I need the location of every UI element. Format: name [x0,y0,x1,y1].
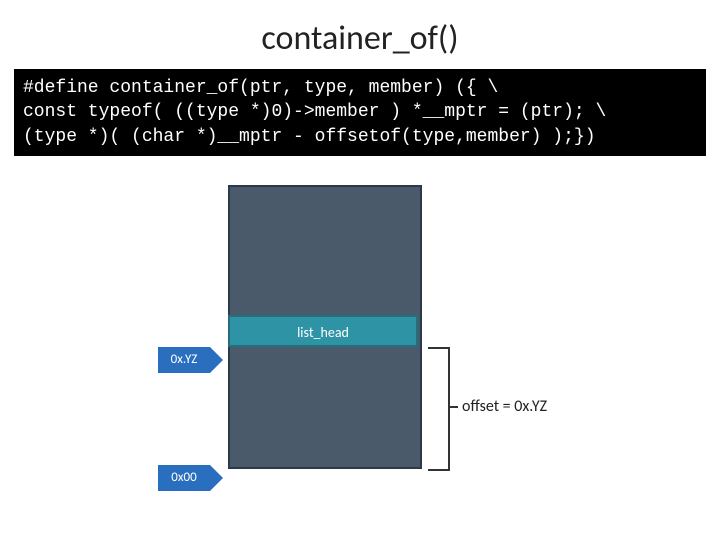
offset-bracket [428,347,450,471]
diagram-area: list_head 0x.YZ 0x00 offset = 0x.YZ [0,185,720,525]
code-line-1: #define container_of(ptr, type, member) … [23,78,498,98]
code-block: #define container_of(ptr, type, member) … [14,69,706,156]
slide-title: container_of() [0,0,720,69]
list-head-member: list_head [228,315,418,347]
offset-label: offset = 0x.YZ [462,397,547,416]
code-line-3: (type *)( (char *)__mptr - offsetof(type… [23,127,596,147]
offset-bracket-tick [448,406,458,408]
code-line-2: const typeof( ((type *)0)->member ) *__m… [23,102,606,122]
pointer-member-arrow: 0x.YZ [158,347,210,373]
pointer-base-arrow: 0x00 [158,465,210,491]
